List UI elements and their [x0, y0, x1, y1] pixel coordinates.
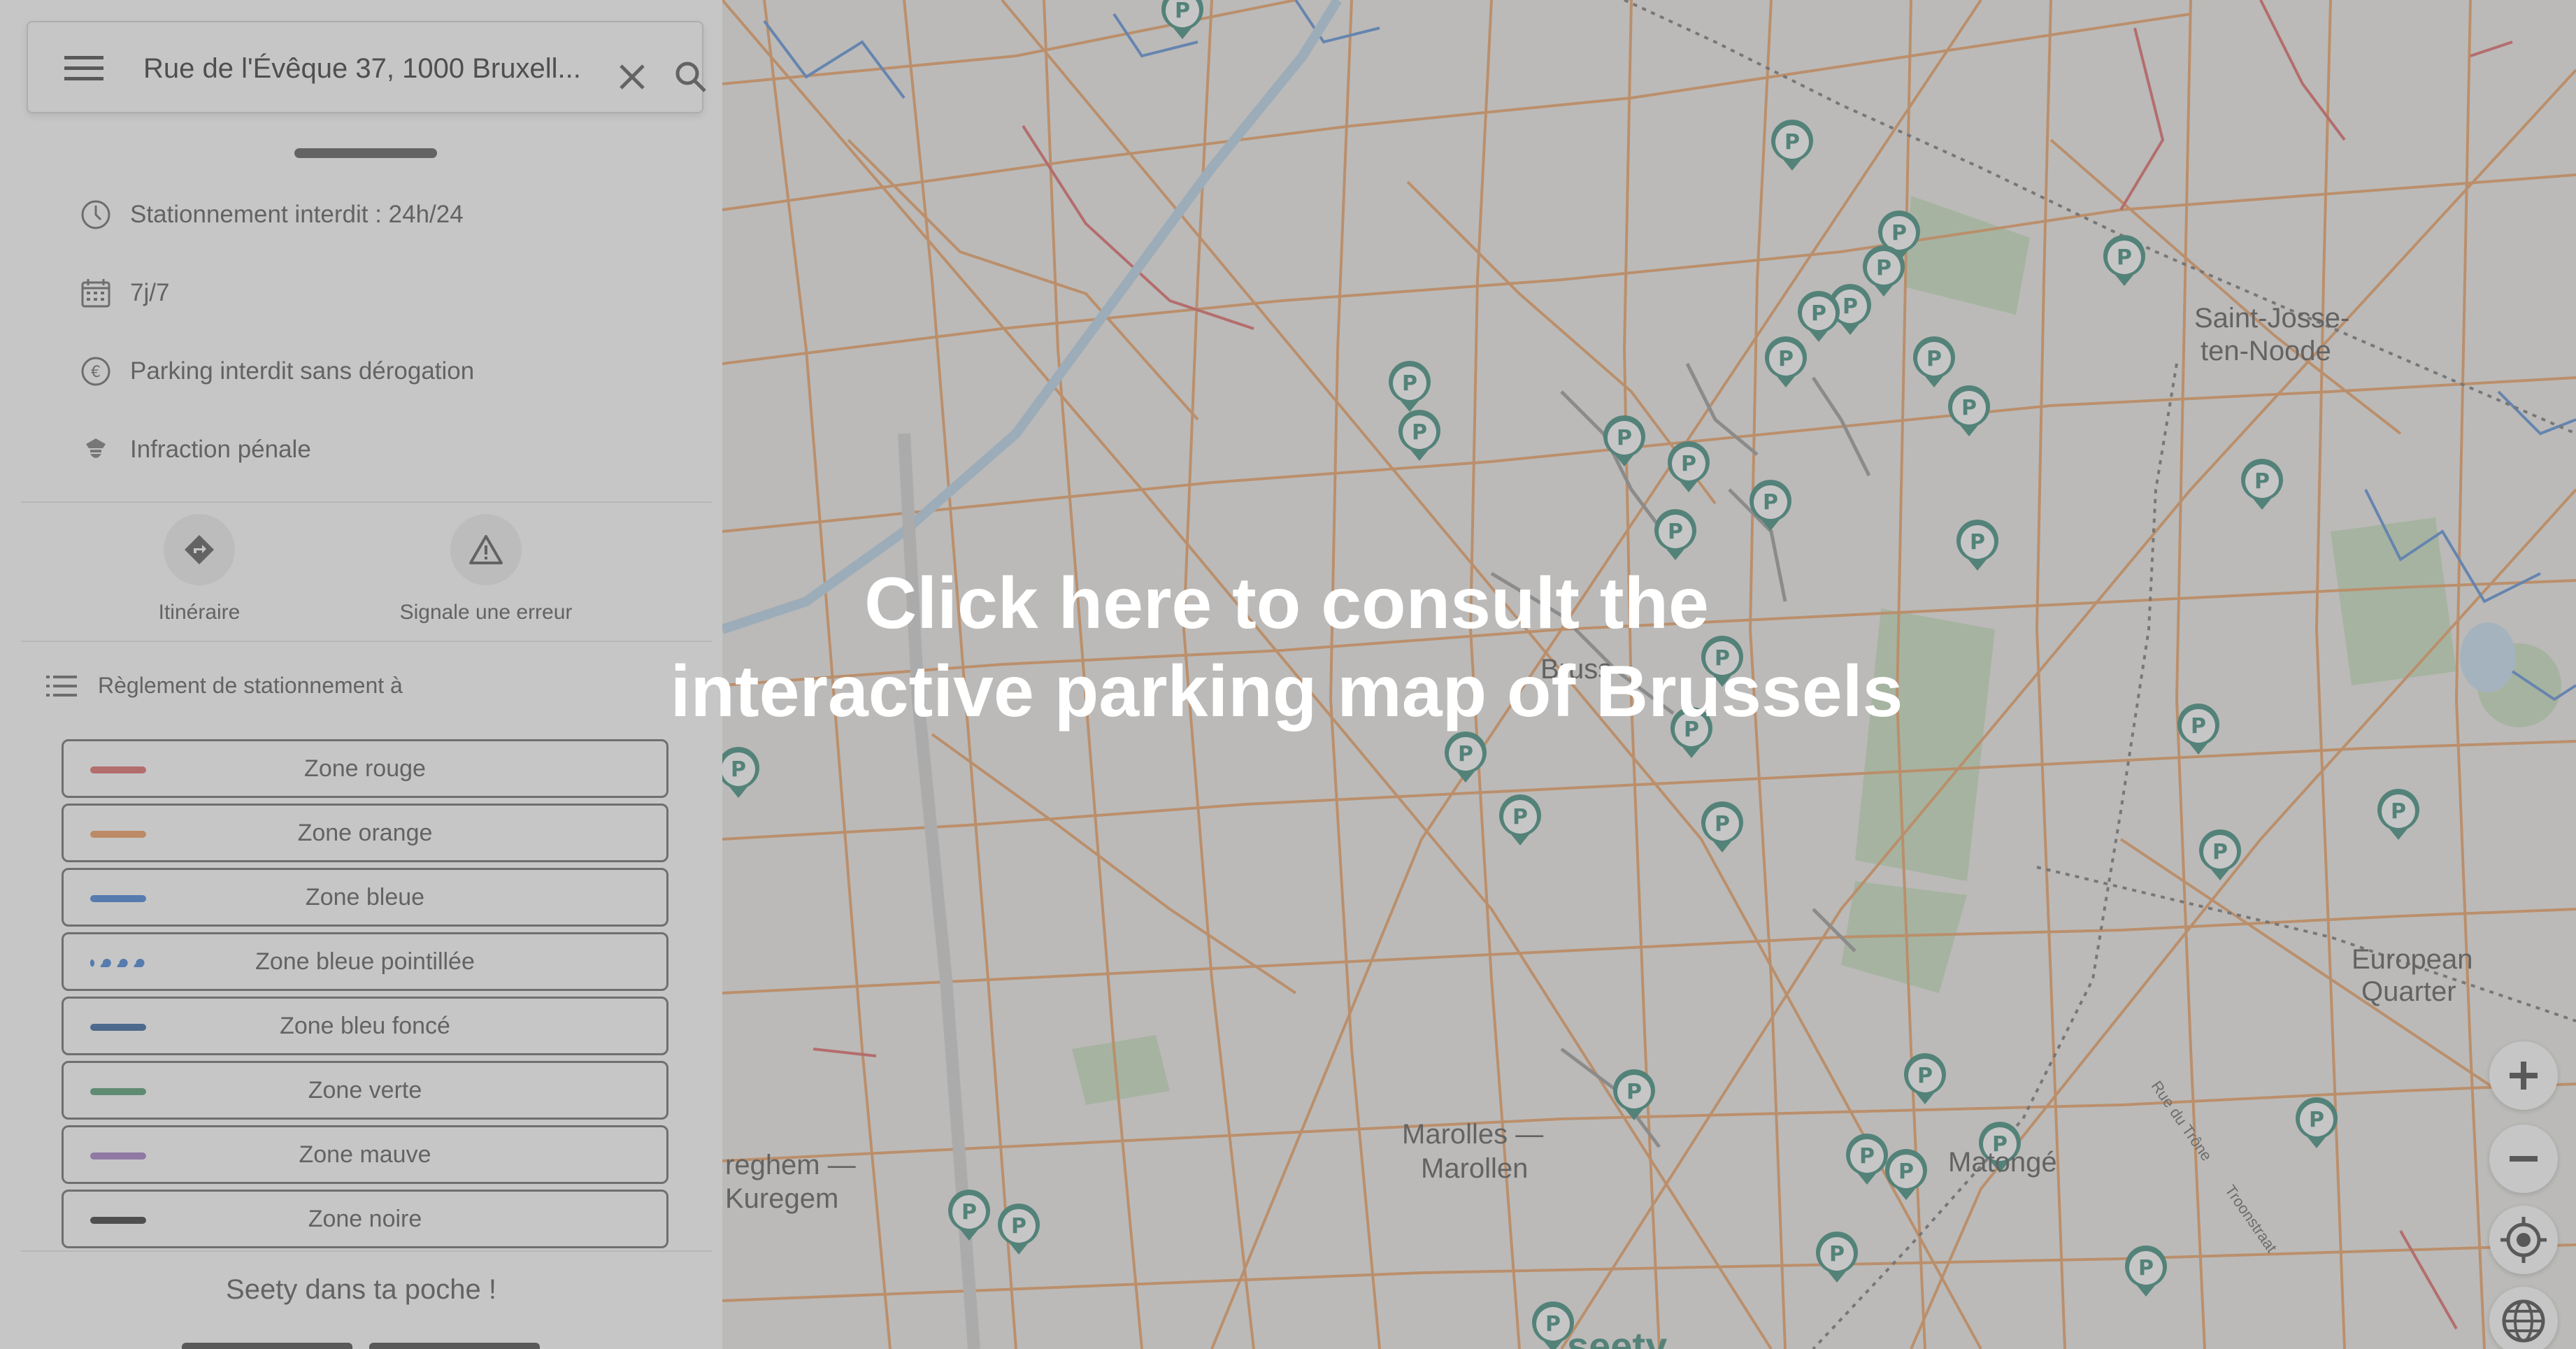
map-link-overlay[interactable]: Click here to consult the interactive pa… — [0, 0, 2576, 1349]
consult-map-cta[interactable]: Click here to consult the interactive pa… — [587, 559, 1986, 736]
cta-line-2[interactable]: interactive parking map of Brussels — [587, 648, 1986, 736]
cta-line-1[interactable]: Click here to consult the — [587, 559, 1986, 648]
